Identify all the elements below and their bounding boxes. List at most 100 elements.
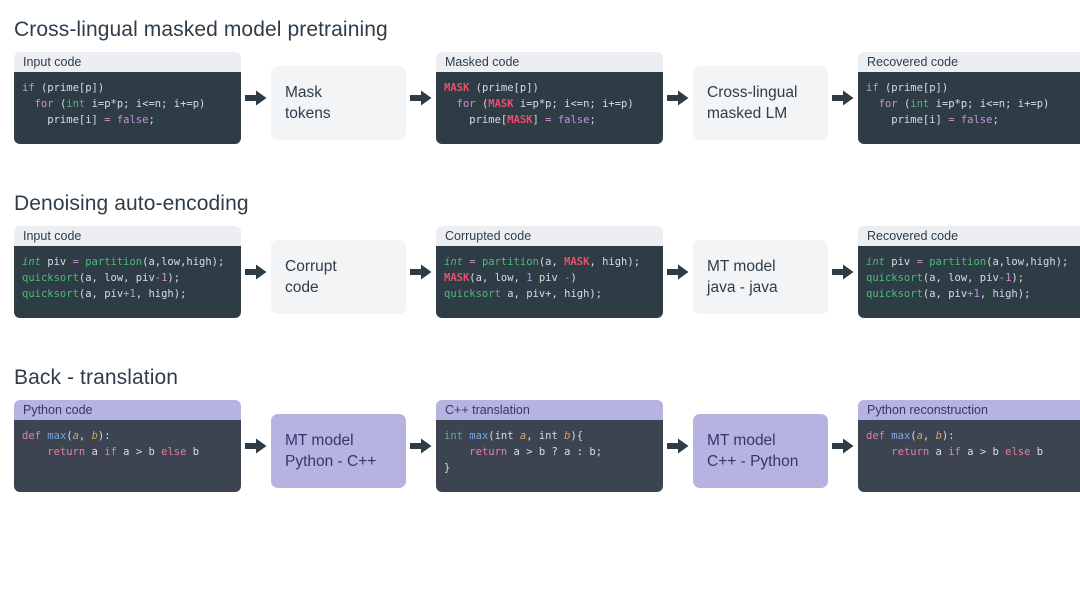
code-token: if bbox=[104, 446, 117, 458]
code-token: MASK bbox=[507, 114, 533, 126]
code-line: return a if a > b else b bbox=[866, 444, 1080, 460]
code-token: (a, bbox=[538, 256, 565, 268]
code-token: a > b bbox=[960, 446, 1006, 458]
code-token: if bbox=[22, 82, 35, 94]
process-box: Cross-lingual masked LM bbox=[693, 66, 828, 140]
code-card: Python code def max(a, b): return a if a … bbox=[14, 400, 241, 492]
code-token: ){ bbox=[570, 430, 584, 442]
code-token: b bbox=[186, 446, 200, 458]
code-line: MASK(a, low, 1 piv -) bbox=[444, 270, 663, 286]
code-line: for (int i=p*p; i<=n; i+=p) bbox=[22, 96, 241, 112]
code-token: def bbox=[866, 430, 885, 442]
code-token: ; bbox=[992, 114, 999, 126]
code-line: int = partition(a, MASK, high); bbox=[444, 254, 663, 270]
code-token: i=p*p; i<=n; i+=p) bbox=[85, 98, 206, 110]
code-token: ); bbox=[167, 272, 181, 284]
code-card-header: C++ translation bbox=[436, 400, 663, 420]
code-token: , high); bbox=[589, 256, 641, 268]
code-token: ); bbox=[1011, 272, 1025, 284]
code-token: ; bbox=[148, 114, 155, 126]
process-box: Corrupt code bbox=[271, 240, 406, 314]
code-line: int max(int a, int b){ bbox=[444, 428, 663, 444]
code-line: for (MASK i=p*p; i<=n; i+=p) bbox=[444, 96, 663, 112]
code-token: (prime[p]) bbox=[34, 82, 105, 94]
section-title: Denoising auto-encoding bbox=[14, 192, 249, 215]
code-line: } bbox=[444, 460, 663, 476]
code-token: return bbox=[469, 446, 508, 458]
arrow-right-icon bbox=[828, 400, 858, 492]
code-line: quicksort a, piv+, high); bbox=[444, 286, 663, 302]
code-line: return a if a > b else b bbox=[22, 444, 241, 460]
code-token: (a, piv bbox=[922, 288, 968, 300]
code-token: a bbox=[929, 446, 949, 458]
code-token: for bbox=[34, 98, 54, 110]
pipeline-row: Python code def max(a, b): return a if a … bbox=[0, 400, 1080, 492]
code-token: (a, piv bbox=[78, 288, 124, 300]
code-card: Recovered code int piv = partition(a,low,… bbox=[858, 226, 1080, 318]
code-token: else bbox=[161, 446, 187, 458]
code-card: Input code if (prime[p]) for (int i=p*p; … bbox=[14, 52, 241, 144]
code-token: MASK bbox=[488, 98, 514, 110]
arrow-right-icon bbox=[406, 52, 436, 144]
code-token: (a, low, piv bbox=[78, 272, 155, 284]
code-token: , int bbox=[526, 430, 565, 442]
code-token: a, piv+, high); bbox=[500, 288, 603, 300]
code-token: (int bbox=[488, 430, 520, 442]
code-card-body: int piv = partition(a,low,high); quicksor… bbox=[858, 246, 1080, 318]
process-box: MT model Python - C++ bbox=[271, 414, 406, 488]
code-card-header: Masked code bbox=[436, 52, 663, 72]
code-card-header: Input code bbox=[14, 52, 241, 72]
code-token: piv bbox=[884, 256, 917, 268]
arrow-right-icon bbox=[406, 400, 436, 492]
code-card-body: int piv = partition(a,low,high); quicksor… bbox=[14, 246, 241, 318]
code-token: partition bbox=[929, 256, 987, 268]
code-token: prime[i] bbox=[866, 114, 949, 126]
arrow-right-icon bbox=[406, 226, 436, 318]
code-token: int bbox=[910, 98, 930, 110]
code-card-header: Recovered code bbox=[858, 52, 1080, 72]
code-line: prime[i] = false; bbox=[866, 112, 1080, 128]
code-token: +1 bbox=[123, 288, 136, 300]
code-card-body: def max(a, b): return a if a > b else b bbox=[858, 420, 1080, 492]
code-token: int bbox=[66, 98, 86, 110]
code-line: for (int i=p*p; i<=n; i+=p) bbox=[866, 96, 1080, 112]
arrow-right-icon bbox=[828, 52, 858, 144]
code-token: } bbox=[444, 462, 451, 474]
code-card: Corrupted code int = partition(a, MASK, h… bbox=[436, 226, 663, 318]
code-token: false bbox=[557, 114, 590, 126]
code-token: quicksort bbox=[866, 272, 923, 284]
code-card-body: def max(a, b): return a if a > b else b bbox=[14, 420, 241, 492]
code-token: i=p*p; i<=n; i+=p) bbox=[513, 98, 634, 110]
code-card: Masked code MASK (prime[p]) for (MASK i=p… bbox=[436, 52, 663, 144]
arrow-right-icon bbox=[828, 226, 858, 318]
code-token: i=p*p; i<=n; i+=p) bbox=[929, 98, 1050, 110]
code-token: ] bbox=[532, 114, 546, 126]
arrow-right-icon bbox=[241, 400, 271, 492]
code-token: , high); bbox=[979, 288, 1031, 300]
code-token: max bbox=[47, 430, 67, 442]
code-card: Python reconstruction def max(a, b): retu… bbox=[858, 400, 1080, 492]
code-token: , bbox=[78, 430, 92, 442]
code-token: ( bbox=[475, 98, 489, 110]
code-token: a > b bbox=[116, 446, 162, 458]
code-token: +1 bbox=[967, 288, 980, 300]
arrow-right-icon bbox=[241, 52, 271, 144]
code-token: b bbox=[1030, 446, 1044, 458]
code-token: , bbox=[922, 430, 936, 442]
code-line: quicksort(a, low, piv-1); bbox=[866, 270, 1080, 286]
code-token: false bbox=[960, 114, 993, 126]
code-line: MASK (prime[p]) bbox=[444, 80, 663, 96]
code-card-header: Python reconstruction bbox=[858, 400, 1080, 420]
code-token: return bbox=[47, 446, 86, 458]
code-token: ): bbox=[97, 430, 111, 442]
code-line: prime[MASK] = false; bbox=[444, 112, 663, 128]
code-token: for bbox=[456, 98, 476, 110]
code-token: a bbox=[85, 446, 105, 458]
code-card-body: int = partition(a, MASK, high); MASK(a, l… bbox=[436, 246, 663, 318]
code-line: quicksort(a, piv+1, high); bbox=[22, 286, 241, 302]
code-token: else bbox=[1005, 446, 1031, 458]
code-token: MASK bbox=[444, 272, 470, 284]
